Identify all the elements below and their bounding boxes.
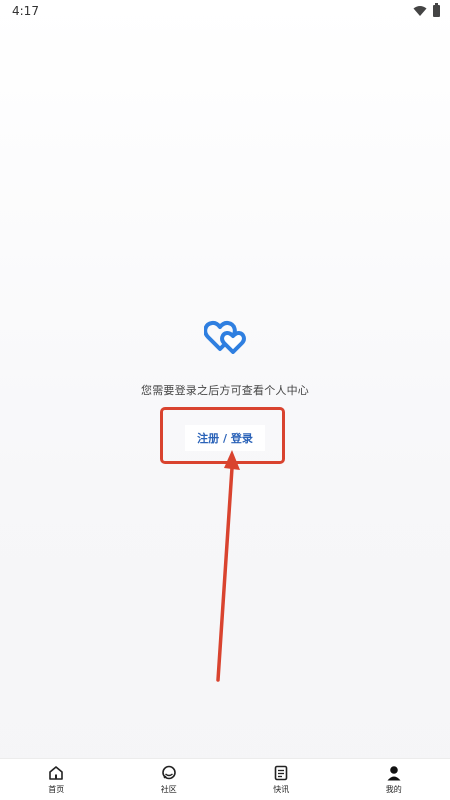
- status-icons: [413, 3, 440, 17]
- battery-icon: [433, 3, 440, 17]
- status-bar: 4:17: [0, 0, 450, 22]
- nav-label-home: 首页: [48, 784, 65, 794]
- register-login-button[interactable]: 注册 / 登录: [185, 425, 265, 451]
- nav-label-profile: 我的: [385, 784, 402, 794]
- wifi-icon: [413, 6, 427, 16]
- profile-icon: [387, 765, 401, 780]
- community-icon: [161, 765, 176, 779]
- news-icon: [274, 765, 288, 780]
- home-icon: [49, 765, 64, 780]
- nav-item-profile[interactable]: 我的: [338, 759, 450, 800]
- nav-label-news: 快讯: [273, 784, 290, 794]
- nav-item-home[interactable]: 首页: [0, 759, 113, 800]
- bottom-nav: 首页 社区 快讯 我的: [0, 758, 450, 800]
- heart-icon: [204, 320, 246, 354]
- status-time: 4:17: [12, 4, 39, 18]
- nav-item-news[interactable]: 快讯: [225, 759, 338, 800]
- nav-label-community: 社区: [160, 784, 177, 794]
- nav-item-community[interactable]: 社区: [113, 759, 226, 800]
- screen: 4:17 您需要登录之后方可查看个人中心 注册 / 登录 首页 社区 快讯 我的: [0, 0, 450, 800]
- login-hint-text: 您需要登录之后方可查看个人中心: [141, 384, 309, 397]
- annotation-arrow: [216, 450, 240, 682]
